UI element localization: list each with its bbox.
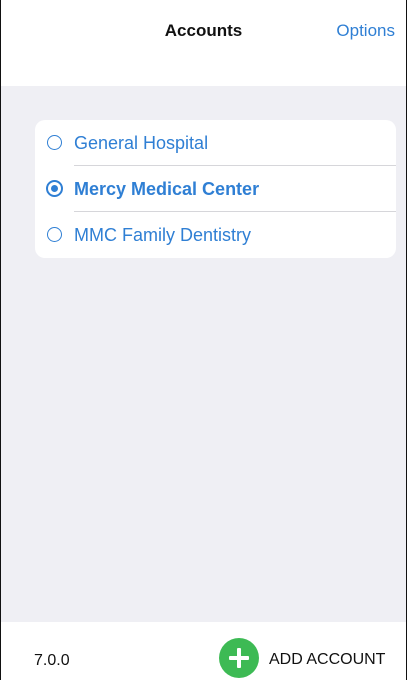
account-label: General Hospital <box>74 133 209 153</box>
account-label: Mercy Medical Center <box>74 179 260 199</box>
plus-icon[interactable] <box>219 638 259 678</box>
account-label: MMC Family Dentistry <box>74 225 252 245</box>
radio-unselected-icon[interactable] <box>47 135 62 150</box>
radio-unselected-icon[interactable] <box>47 227 62 242</box>
accounts-list: General Hospital Mercy Medical Center MM… <box>35 120 396 258</box>
account-item-mercy-medical-center[interactable]: Mercy Medical Center <box>35 166 396 212</box>
options-button[interactable]: Options <box>336 21 395 41</box>
version-label: 7.0.0 <box>34 652 70 669</box>
radio-selected-icon[interactable] <box>46 180 63 197</box>
bottom-bar: 7.0.0 ADD ACCOUNT <box>1 622 406 680</box>
app-frame: Accounts Options General Hospital Mercy … <box>0 0 407 680</box>
add-account-label: ADD ACCOUNT <box>269 651 386 668</box>
account-item-mmc-family-dentistry[interactable]: MMC Family Dentistry <box>35 212 396 258</box>
account-item-general-hospital[interactable]: General Hospital <box>35 120 396 166</box>
navigation-bar: Accounts Options <box>1 0 406 86</box>
radio-dot-icon <box>51 185 58 192</box>
